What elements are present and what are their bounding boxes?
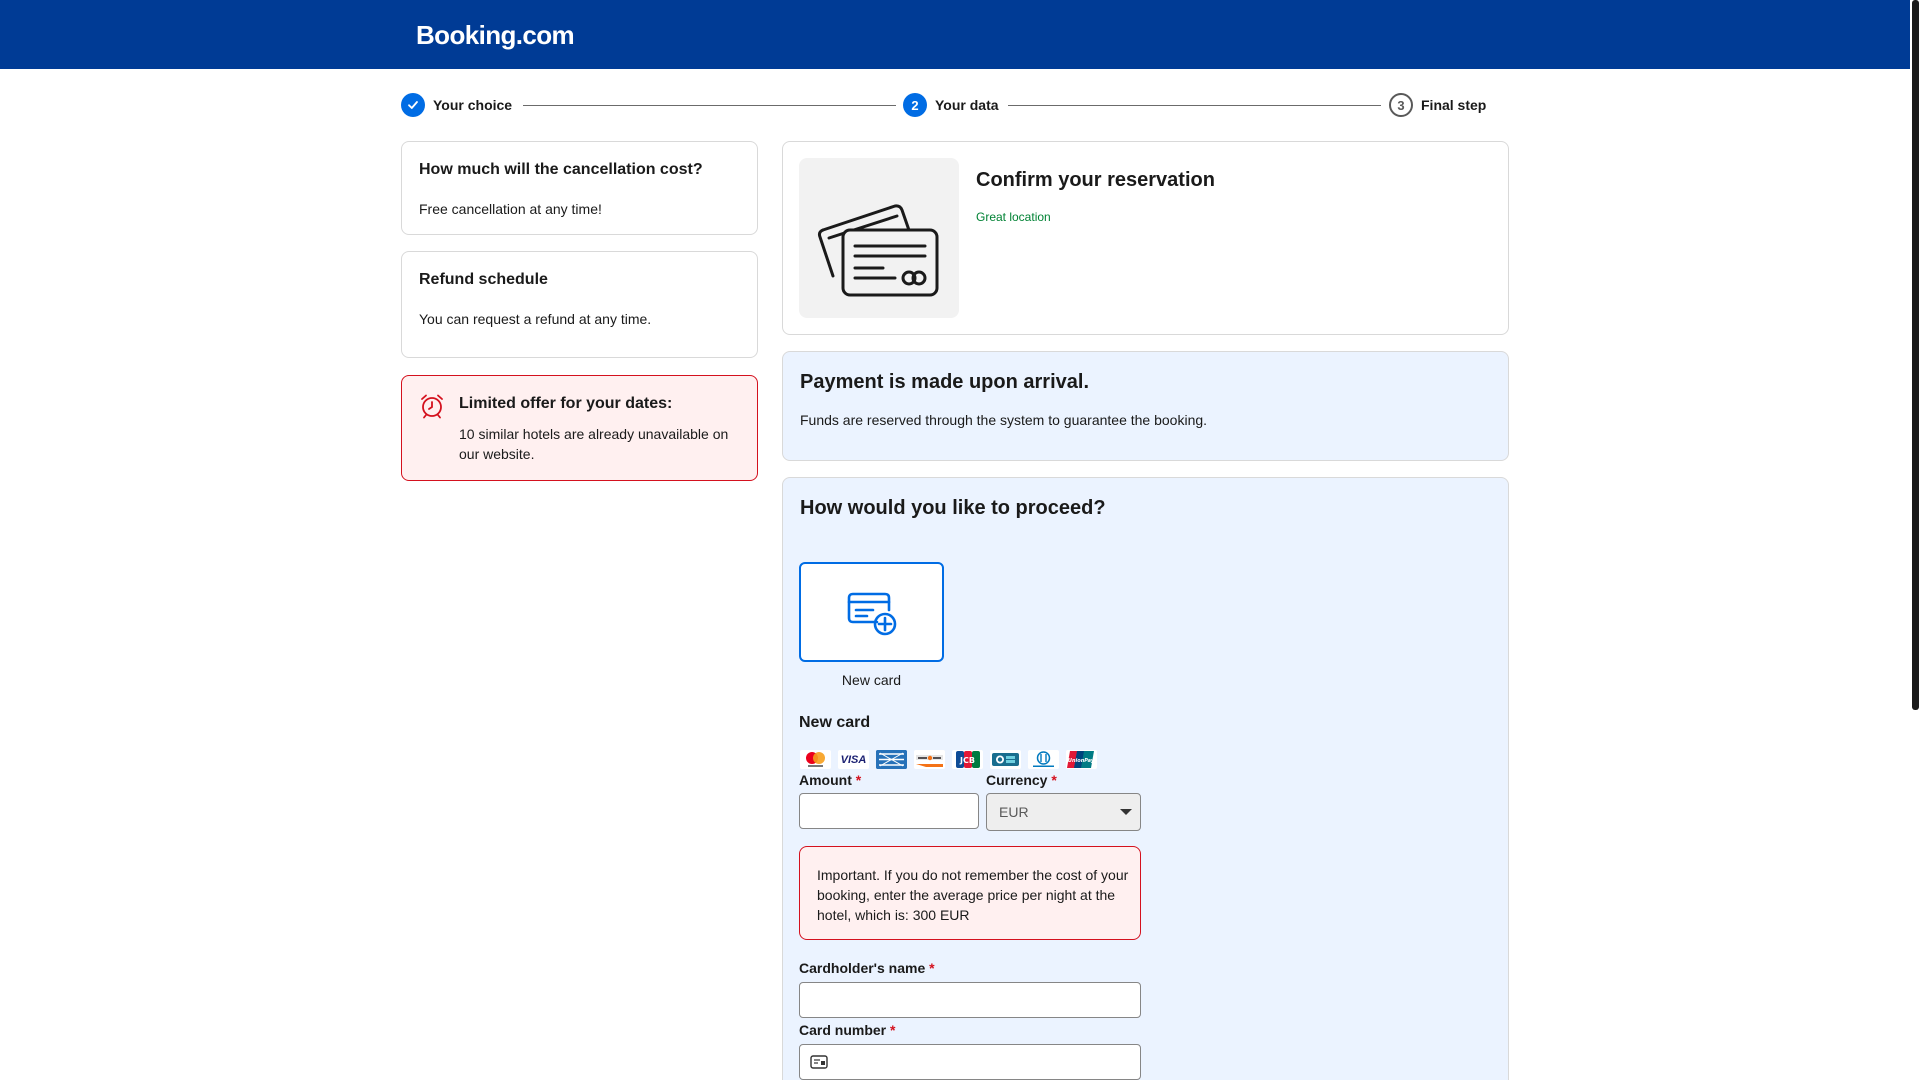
mastercard-icon xyxy=(800,750,831,769)
required-mark: * xyxy=(855,772,862,788)
scrollbar-thumb[interactable] xyxy=(1912,0,1919,710)
cardholder-label: Cardholder's name * xyxy=(799,960,935,976)
card-brand-logos: VISA JCB UnionPay xyxy=(800,750,1097,769)
step-final: 3 Final step xyxy=(1389,93,1486,117)
reservation-card: Confirm your reservation Great location xyxy=(782,141,1509,335)
required-mark: * xyxy=(1051,772,1057,788)
cancellation-text: Free cancellation at any time! xyxy=(419,201,602,217)
reservation-title: Confirm your reservation xyxy=(976,169,1215,191)
offer-text: 10 similar hotels are already unavailabl… xyxy=(459,426,729,462)
step-number: 3 xyxy=(1389,93,1413,117)
price-notice-text: Important. If you do not remember the co… xyxy=(817,867,1129,923)
step-label: Your data xyxy=(935,97,999,113)
new-card-section-title: New card xyxy=(799,714,871,731)
booking-logo[interactable]: Booking.com xyxy=(416,20,575,51)
add-card-icon xyxy=(847,592,897,643)
required-mark: * xyxy=(890,1022,896,1038)
step-label: Final step xyxy=(1421,97,1487,113)
currency-label: Currency * xyxy=(986,772,1057,788)
diners-club-icon xyxy=(1028,750,1059,769)
cartes-bancaires-icon xyxy=(990,750,1021,769)
visa-icon: VISA xyxy=(838,750,869,769)
svg-text:UnionPay: UnionPay xyxy=(1068,758,1095,764)
currency-select[interactable]: EUR xyxy=(986,793,1141,831)
new-card-option[interactable] xyxy=(799,562,944,662)
amex-icon xyxy=(876,750,907,769)
proceed-title: How would you like to proceed? xyxy=(800,497,1106,519)
amount-input[interactable] xyxy=(799,793,979,829)
required-mark: * xyxy=(929,960,935,976)
payment-info-text: Funds are reserved through the system to… xyxy=(800,412,1208,428)
offer-title: Limited offer for your dates: xyxy=(459,395,673,412)
refund-text: You can request a refund at any time. xyxy=(419,311,652,327)
location-tag: Great location xyxy=(976,210,1051,224)
top-header: Booking.com xyxy=(0,0,1910,69)
progress-stepper: Your choice 2 Your data 3 Final step xyxy=(401,93,1491,117)
limited-offer-alert: Limited offer for your dates: 10 similar… xyxy=(401,375,758,481)
cancellation-title: How much will the cancellation cost? xyxy=(419,161,703,178)
currency-value: EUR xyxy=(999,804,1029,820)
payment-info-title: Payment is made upon arrival. xyxy=(800,371,1089,393)
refund-card: Refund schedule You can request a refund… xyxy=(401,251,758,358)
svg-text:JCB: JCB xyxy=(959,756,975,765)
step-your-data: 2 Your data xyxy=(903,93,999,117)
chevron-down-icon xyxy=(1120,809,1132,815)
jcb-icon: JCB xyxy=(952,750,983,769)
discover-icon xyxy=(914,750,945,769)
refund-title: Refund schedule xyxy=(419,271,548,288)
step-connector xyxy=(1008,105,1381,106)
card-icon xyxy=(810,1055,828,1074)
step-number: 2 xyxy=(903,93,927,117)
credit-cards-icon xyxy=(799,158,959,318)
cancellation-card: How much will the cancellation cost? Fre… xyxy=(401,141,758,235)
scrollbar[interactable] xyxy=(1910,0,1920,1080)
new-card-option-label[interactable]: New card xyxy=(799,672,944,688)
amount-label: Amount * xyxy=(799,772,862,788)
card-number-label: Card number * xyxy=(799,1022,896,1038)
step-your-choice: Your choice xyxy=(401,93,512,117)
checkmark-icon xyxy=(401,93,425,117)
step-label: Your choice xyxy=(433,97,513,113)
alarm-clock-icon xyxy=(419,393,445,424)
price-notice: Important. If you do not remember the co… xyxy=(799,846,1141,940)
cardholder-name-input[interactable] xyxy=(799,982,1141,1018)
payment-info-panel: Payment is made upon arrival. Funds are … xyxy=(782,351,1509,461)
step-connector xyxy=(523,105,896,106)
unionpay-icon: UnionPay xyxy=(1066,750,1097,769)
card-number-input[interactable] xyxy=(799,1044,1141,1080)
